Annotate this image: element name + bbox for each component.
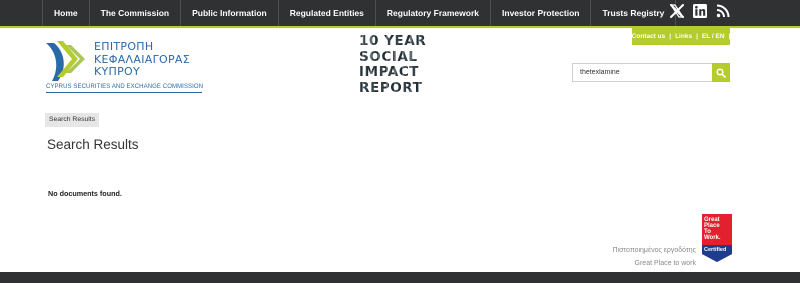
nav-item-regulated-entities[interactable]: Regulated Entities xyxy=(279,0,376,26)
great-place-to-work-badge[interactable]: Great Place To Work. Certified xyxy=(702,214,732,262)
page-title: Search Results xyxy=(47,137,139,152)
great-place-to-work-line: Great Place to work xyxy=(634,260,696,267)
footer-bar xyxy=(0,272,800,283)
separator: | xyxy=(669,33,672,40)
report-line-2: SOCIAL xyxy=(359,49,443,66)
social-impact-report-banner[interactable]: 10 YEAR SOCIAL IMPACT REPORT xyxy=(359,33,443,98)
search-button[interactable] xyxy=(712,63,730,82)
nav-item-public-information[interactable]: Public Information xyxy=(181,0,279,26)
search-input[interactable] xyxy=(572,63,712,82)
badge-certified: Certified xyxy=(704,247,726,253)
nav-item-investor-protection[interactable]: Investor Protection xyxy=(491,0,592,26)
nav-item-regulatory-framework[interactable]: Regulatory Framework xyxy=(376,0,492,26)
language-switch[interactable]: EL / EN xyxy=(702,33,725,40)
badge-line-4: Work. xyxy=(704,235,721,241)
report-line-3: IMPACT xyxy=(359,64,443,81)
rss-icon[interactable] xyxy=(716,4,730,18)
empty-results-message: No documents found. xyxy=(48,189,122,198)
main-menu: Home The Commission Public Information R… xyxy=(42,0,677,26)
logo-english-text: CYPRUS SECURITIES AND EXCHANGE COMMISSIO… xyxy=(46,84,203,93)
logo-greek-line-1: ΕΠΙΤΡΟΠΗ xyxy=(94,40,154,53)
certified-employer-text: Πιστοποιημένος εργοδότης Great Place to … xyxy=(612,244,696,270)
report-line-1: 10 YEAR xyxy=(359,33,443,50)
linkedin-icon[interactable] xyxy=(693,4,707,18)
separator: | xyxy=(696,33,698,40)
certified-employer-line: Πιστοποιημένος εργοδότης xyxy=(612,247,696,254)
search-icon xyxy=(716,67,726,78)
top-navigation-bar: Home The Commission Public Information R… xyxy=(0,0,800,26)
x-icon[interactable] xyxy=(669,4,685,18)
cysec-logo[interactable]: ΕΠΙΤΡΟΠΗ ΚΕΦΑΛΑΙΑΓΟΡΑΣ ΚΥΠΡΟΥ CYPRUS SEC… xyxy=(44,37,204,95)
separator: | xyxy=(728,33,731,40)
logo-greek-text: ΕΠΙΤΡΟΠΗ ΚΕΦΑΛΑΙΑΓΟΡΑΣ ΚΥΠΡΟΥ xyxy=(94,40,190,79)
contact-us-link[interactable]: Contact us xyxy=(632,33,666,40)
logo-mark-icon xyxy=(46,41,85,81)
breadcrumb[interactable]: Search Results xyxy=(45,113,100,127)
utility-links: Contact us | Links | EL / EN | xyxy=(632,28,730,45)
logo-greek-line-3: ΚΥΠΡΟΥ xyxy=(94,65,141,78)
nav-item-the-commission[interactable]: The Commission xyxy=(90,0,182,26)
links-link[interactable]: Links xyxy=(675,33,692,40)
site-search xyxy=(572,63,730,82)
social-links xyxy=(669,4,730,18)
nav-item-home[interactable]: Home xyxy=(42,0,90,26)
report-line-4: REPORT xyxy=(359,80,443,97)
nav-item-trusts-registry[interactable]: Trusts Registry xyxy=(591,0,677,26)
